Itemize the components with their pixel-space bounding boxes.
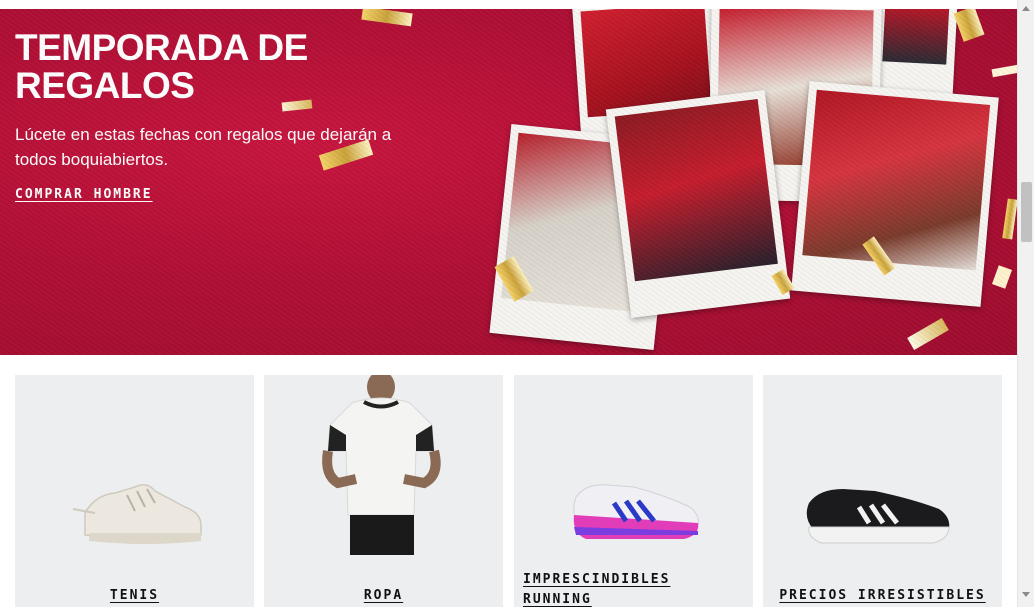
confetti: [953, 9, 985, 42]
confetti: [992, 265, 1012, 289]
scroll-thumb[interactable]: [1021, 182, 1032, 242]
category-card-ropa[interactable]: ROPA: [264, 375, 503, 607]
confetti: [907, 317, 949, 351]
hero-title: TEMPORADA DE REGALOS: [15, 27, 308, 106]
confetti: [991, 64, 1017, 78]
page-scrollbar[interactable]: [1017, 0, 1034, 607]
hero-photo: [605, 90, 791, 318]
confetti: [281, 99, 313, 112]
confetti: [361, 9, 413, 27]
scroll-down-icon[interactable]: [1022, 592, 1030, 597]
category-card-precios[interactable]: PRECIOS IRRESISTIBLES: [763, 375, 1002, 607]
category-card-running[interactable]: IMPRESCINDIBLES RUNNING: [514, 375, 753, 607]
confetti: [1002, 198, 1017, 240]
hero-banner[interactable]: TEMPORADA DE REGALOS Lúcete en estas fec…: [0, 9, 1017, 355]
tshirt-model-image: [322, 375, 441, 555]
hero-subtitle: Lúcete en estas fechas con regalos que d…: [15, 125, 392, 169]
shop-men-link[interactable]: COMPRAR HOMBRE: [15, 187, 153, 202]
category-label[interactable]: IMPRESCINDIBLES RUNNING: [523, 570, 723, 607]
hero-photo: [791, 81, 999, 307]
category-card-tenis[interactable]: TENIS: [15, 375, 254, 607]
category-cards: TENIS ROPA IMPRESCINDIBLES RUNNING PRECI…: [15, 375, 1002, 607]
category-label[interactable]: ROPA: [264, 588, 503, 603]
category-label[interactable]: PRECIOS IRRESISTIBLES: [763, 588, 1002, 603]
white-sneaker-image: [72, 484, 202, 544]
top-strip: [0, 0, 1017, 9]
running-shoe-image: [573, 484, 699, 539]
scroll-up-icon[interactable]: [1022, 6, 1030, 11]
category-label[interactable]: TENIS: [15, 588, 254, 603]
black-shoe-image: [806, 489, 950, 544]
